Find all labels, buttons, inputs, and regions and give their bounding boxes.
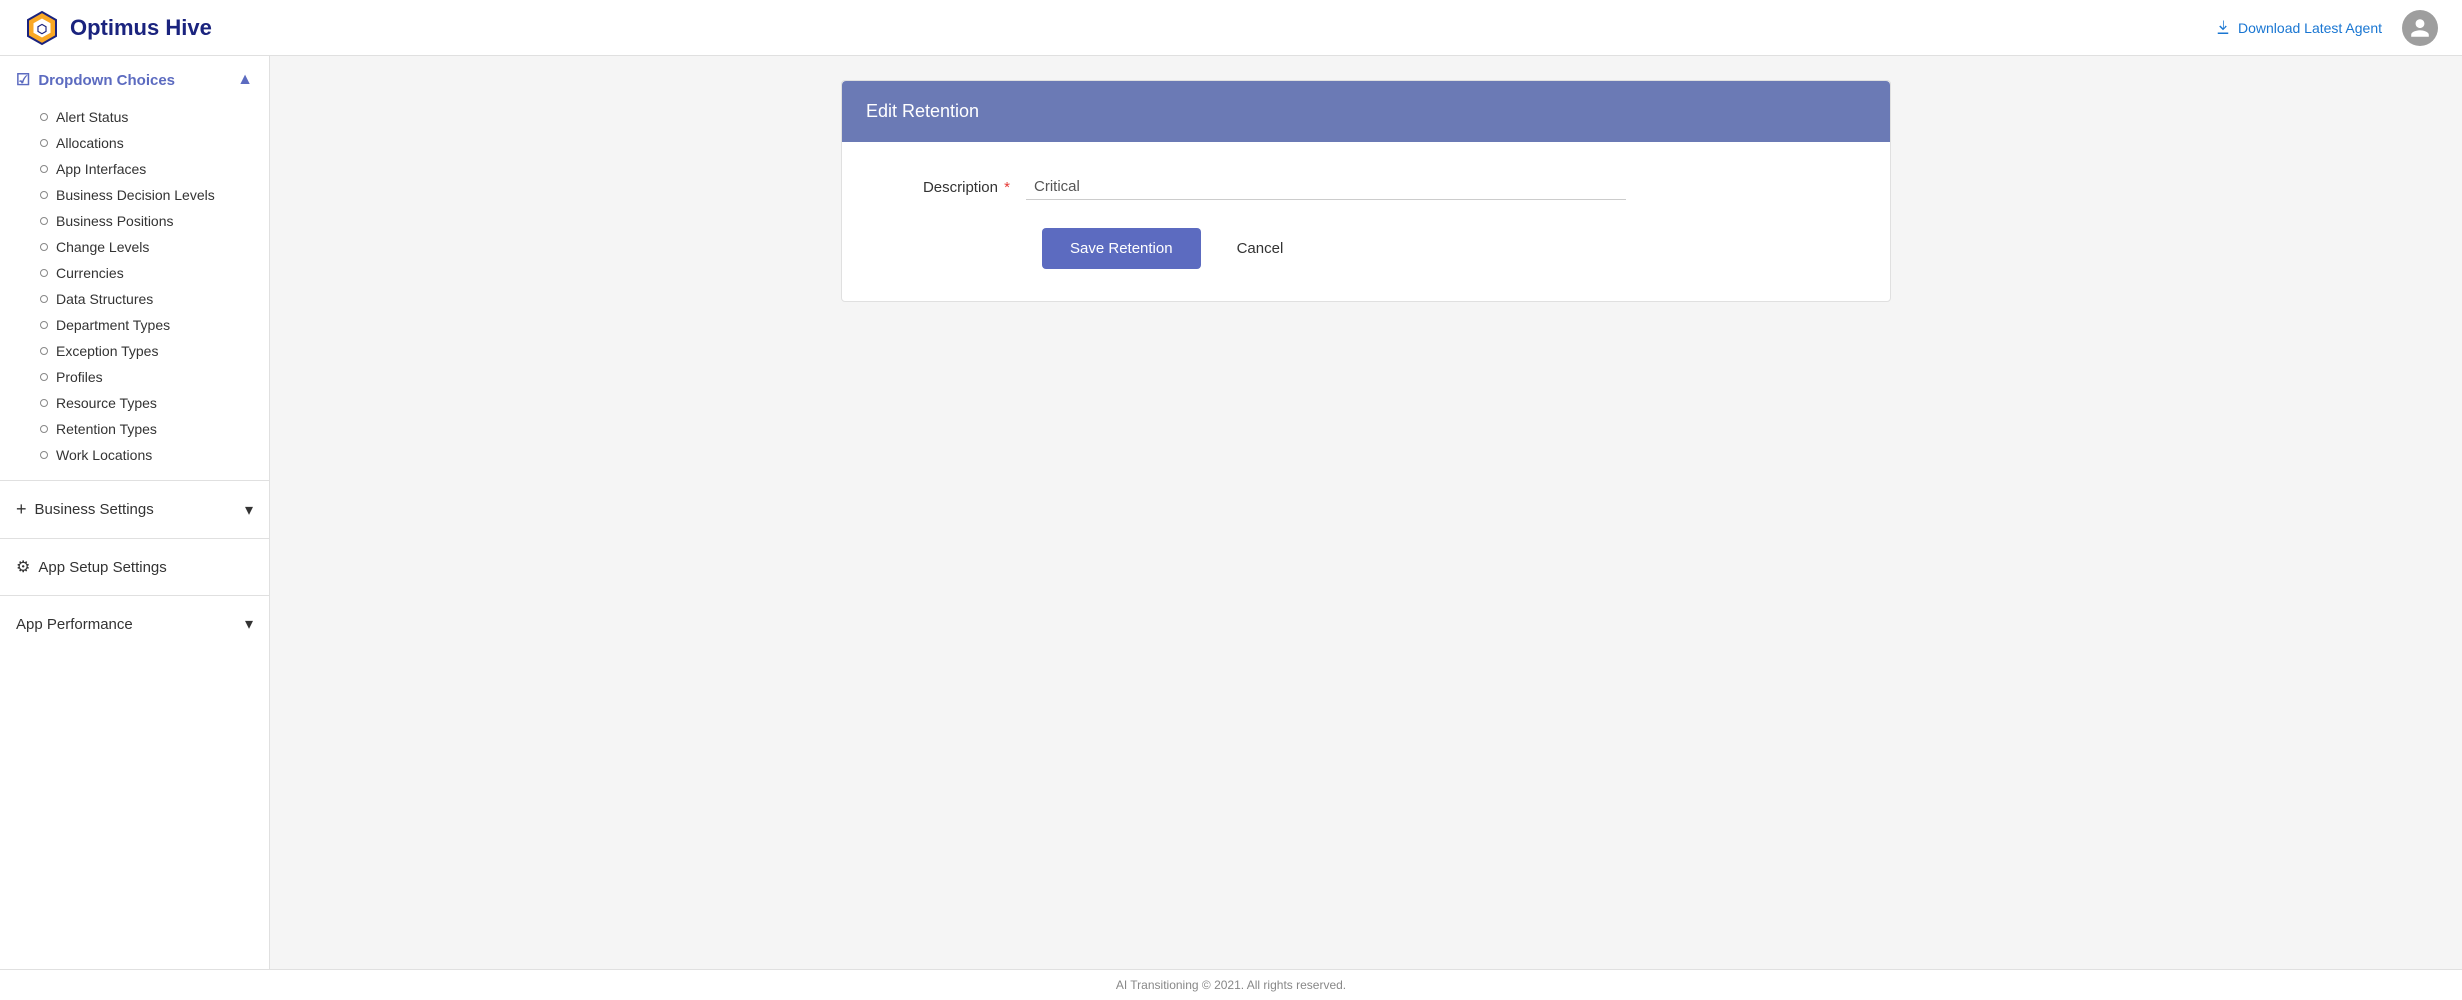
layout: ☑ Dropdown Choices ▲ Alert Status Alloca…: [0, 56, 2462, 969]
description-label: Description *: [866, 179, 1026, 196]
svg-text:⬡: ⬡: [37, 22, 47, 36]
dropdown-choices-items: Alert Status Allocations App Interfaces …: [0, 104, 269, 476]
required-star: *: [1000, 179, 1010, 196]
panel-title: Edit Retention: [866, 101, 979, 121]
sidebar-item-department-types[interactable]: Department Types: [32, 312, 269, 338]
sidebar: ☑ Dropdown Choices ▲ Alert Status Alloca…: [0, 56, 270, 969]
dot-icon: [40, 113, 48, 121]
business-settings-chevron: ▾: [245, 500, 253, 520]
user-avatar[interactable]: [2402, 10, 2438, 46]
checkbox-icon: ☑: [16, 70, 30, 90]
download-icon: [2214, 19, 2232, 37]
dot-icon: [40, 425, 48, 433]
cancel-button[interactable]: Cancel: [1217, 228, 1304, 269]
sidebar-item-data-structures[interactable]: Data Structures: [32, 286, 269, 312]
sidebar-item-allocations[interactable]: Allocations: [32, 130, 269, 156]
header-right: Download Latest Agent: [2214, 10, 2438, 46]
edit-panel-header: Edit Retention: [842, 81, 1890, 142]
dot-icon: [40, 269, 48, 277]
footer: AI Transitioning © 2021. All rights rese…: [0, 969, 2462, 1000]
gear-icon: ⚙: [16, 557, 30, 577]
plus-icon: +: [16, 499, 27, 520]
sidebar-app-setup-header[interactable]: ⚙ App Setup Settings: [0, 543, 269, 591]
app-performance-chevron: ▾: [245, 614, 253, 634]
sidebar-item-app-interfaces[interactable]: App Interfaces: [32, 156, 269, 182]
logo: ⬡ Optimus Hive: [24, 10, 212, 46]
download-agent-link[interactable]: Download Latest Agent: [2214, 19, 2382, 37]
sidebar-section-app-performance: App Performance ▾: [0, 600, 269, 648]
sidebar-item-business-decision-levels[interactable]: Business Decision Levels: [32, 182, 269, 208]
save-retention-button[interactable]: Save Retention: [1042, 228, 1201, 269]
sidebar-business-settings-header[interactable]: + Business Settings ▾: [0, 485, 269, 534]
logo-text: Optimus Hive: [70, 15, 212, 41]
dot-icon: [40, 399, 48, 407]
sidebar-section-dropdown-choices: ☑ Dropdown Choices ▲ Alert Status Alloca…: [0, 56, 269, 476]
dot-icon: [40, 295, 48, 303]
dot-icon: [40, 243, 48, 251]
sidebar-app-performance-header[interactable]: App Performance ▾: [0, 600, 269, 648]
form-actions: Save Retention Cancel: [866, 228, 1866, 269]
person-icon: [2409, 17, 2431, 39]
sidebar-item-business-positions[interactable]: Business Positions: [32, 208, 269, 234]
business-settings-label: Business Settings: [35, 501, 154, 518]
sidebar-item-profiles[interactable]: Profiles: [32, 364, 269, 390]
dot-icon: [40, 191, 48, 199]
app-performance-label: App Performance: [16, 616, 133, 633]
edit-retention-panel: Edit Retention Description * Save Retent…: [841, 80, 1891, 302]
sidebar-item-resource-types[interactable]: Resource Types: [32, 390, 269, 416]
sidebar-item-exception-types[interactable]: Exception Types: [32, 338, 269, 364]
app-setup-label: App Setup Settings: [38, 559, 166, 576]
sidebar-item-retention-types[interactable]: Retention Types: [32, 416, 269, 442]
description-input[interactable]: [1026, 174, 1626, 200]
sidebar-item-currencies[interactable]: Currencies: [32, 260, 269, 286]
description-row: Description *: [866, 174, 1866, 200]
footer-text: AI Transitioning © 2021. All rights rese…: [1116, 978, 1346, 992]
logo-icon: ⬡: [24, 10, 60, 46]
sidebar-section-app-setup: ⚙ App Setup Settings: [0, 543, 269, 591]
divider-1: [0, 480, 269, 481]
sidebar-dropdown-choices-header[interactable]: ☑ Dropdown Choices ▲: [0, 56, 269, 104]
sidebar-item-change-levels[interactable]: Change Levels: [32, 234, 269, 260]
sidebar-section-business-settings: + Business Settings ▾: [0, 485, 269, 534]
main-content: Edit Retention Description * Save Retent…: [270, 56, 2462, 969]
divider-3: [0, 595, 269, 596]
dropdown-choices-chevron: ▲: [237, 71, 253, 89]
sidebar-item-alert-status[interactable]: Alert Status: [32, 104, 269, 130]
dot-icon: [40, 139, 48, 147]
dot-icon: [40, 217, 48, 225]
dropdown-choices-label: Dropdown Choices: [38, 72, 175, 89]
edit-panel-body: Description * Save Retention Cancel: [842, 142, 1890, 301]
sidebar-item-work-locations[interactable]: Work Locations: [32, 442, 269, 468]
dot-icon: [40, 373, 48, 381]
dot-icon: [40, 451, 48, 459]
dot-icon: [40, 165, 48, 173]
dot-icon: [40, 321, 48, 329]
dot-icon: [40, 347, 48, 355]
header: ⬡ Optimus Hive Download Latest Agent: [0, 0, 2462, 56]
divider-2: [0, 538, 269, 539]
